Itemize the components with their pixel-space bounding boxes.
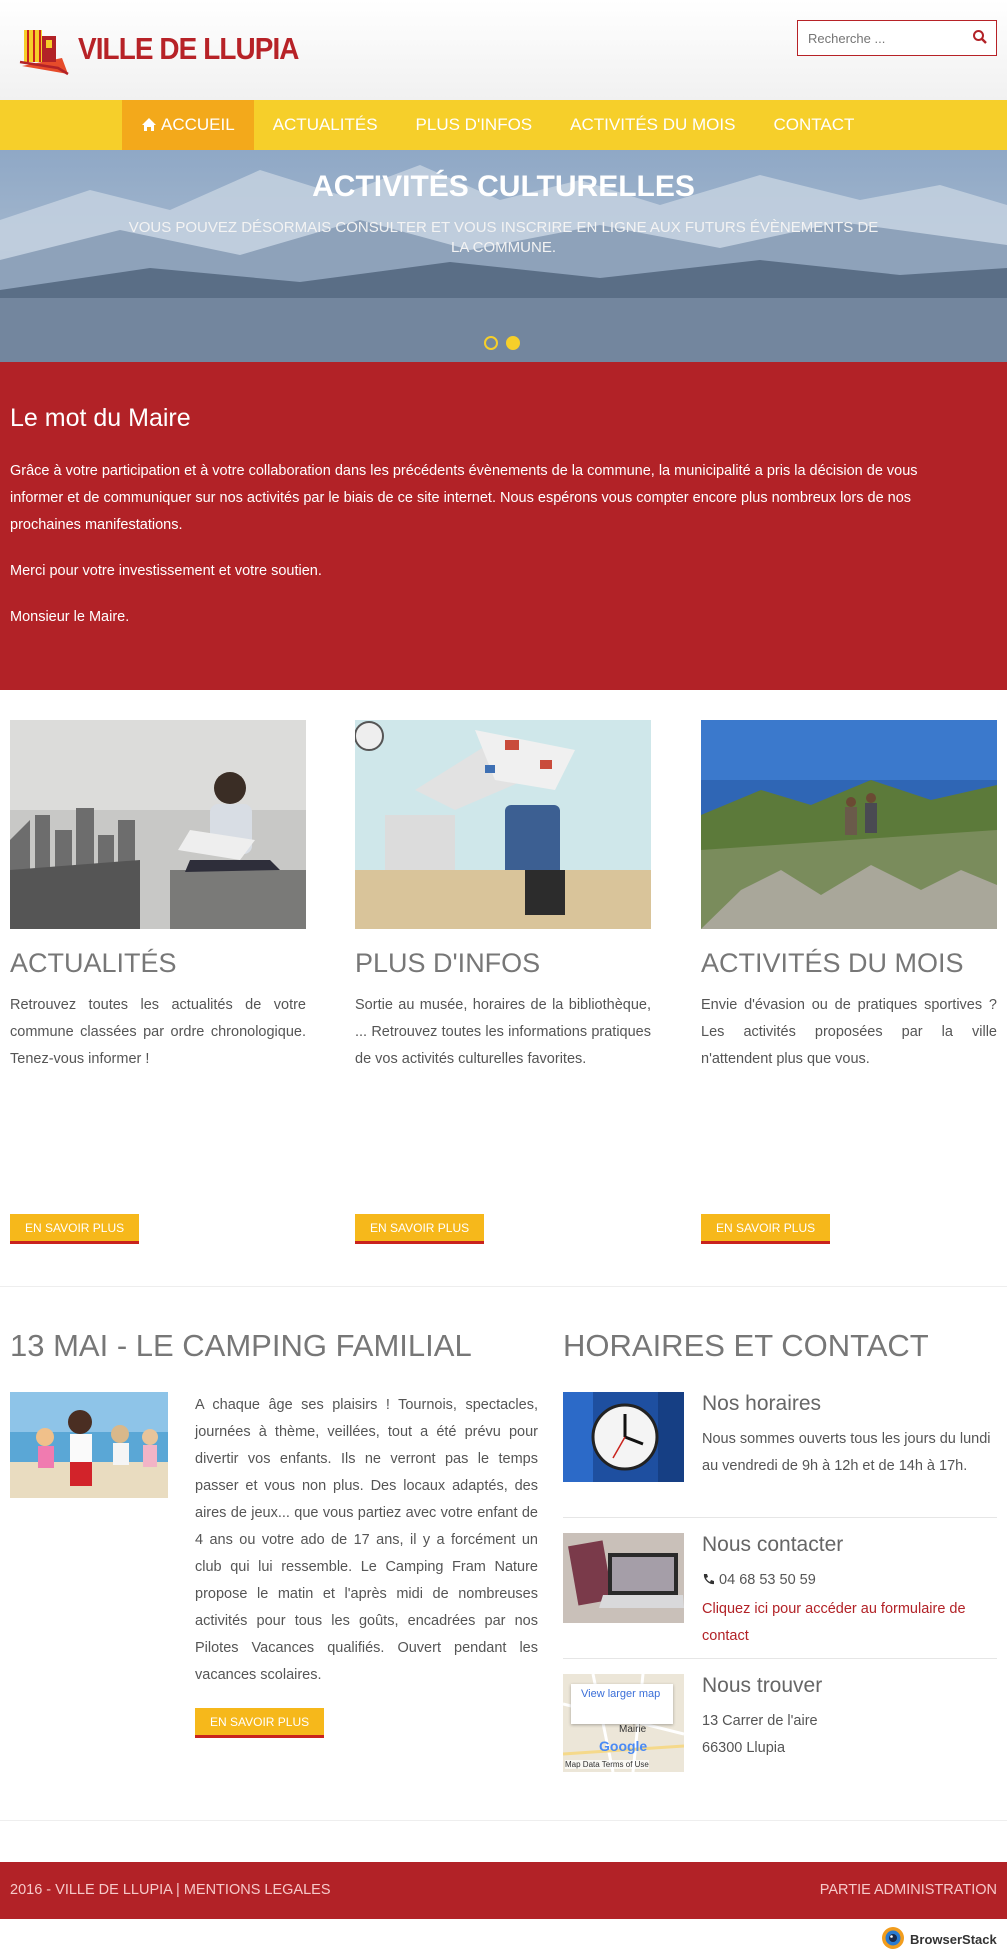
nav-item-plus-dinfos[interactable]: PLUS D'INFOS xyxy=(397,100,552,150)
divider xyxy=(563,1658,997,1659)
contact-title: HORAIRES ET CONTACT xyxy=(563,1328,929,1363)
contact-us-text: 04 68 53 50 59 Cliquez ici pour accéder … xyxy=(702,1567,997,1650)
map-place-label: Mairie xyxy=(619,1724,647,1735)
admin-link[interactable]: PARTIE ADMINISTRATION xyxy=(820,1882,997,1898)
hours-text: Nous sommes ouverts tous les jours du lu… xyxy=(702,1431,991,1474)
search-input[interactable] xyxy=(798,21,958,55)
google-logo: Google xyxy=(599,1738,648,1754)
mayor-paragraph-2: Merci pour votre investissement et votre… xyxy=(10,563,322,579)
mayor-paragraph-1: Grâce à votre participation et à votre c… xyxy=(10,463,918,533)
nav-item-activites-du-mois[interactable]: ACTIVITÉS DU MOIS xyxy=(551,100,754,150)
clock-image xyxy=(563,1392,684,1482)
nav-item-actualites[interactable]: ACTUALITÉS xyxy=(254,100,397,150)
en-savoir-plus-button-activites[interactable]: EN SAVOIR PLUS xyxy=(701,1214,831,1244)
find-us-title: Nous trouver xyxy=(702,1674,823,1697)
slider-dot-1[interactable] xyxy=(484,336,498,350)
slider-dot-2[interactable] xyxy=(506,336,520,350)
desk-image xyxy=(563,1533,684,1623)
map-embed[interactable]: View larger map Mairie Google Map Data T… xyxy=(563,1674,684,1772)
site-logo[interactable]: VILLE DE LLUPIA xyxy=(18,22,323,76)
feature-image-actualites xyxy=(10,720,306,929)
mayor-title: Le mot du Maire xyxy=(10,404,191,432)
hero-title: ACTIVITÉS CULTURELLES xyxy=(312,170,695,203)
en-savoir-plus-button-plus-dinfos[interactable]: EN SAVOIR PLUS xyxy=(355,1214,485,1244)
camping-text: A chaque âge ses plaisirs ! Tournois, sp… xyxy=(195,1397,538,1683)
map-terms[interactable]: Map Data Terms of Use xyxy=(565,1760,649,1769)
view-larger-map-link[interactable]: View larger map xyxy=(571,1684,673,1724)
site-footer: 2016 - VILLE DE LLUPIA | MENTIONS LEGALE… xyxy=(0,1862,1007,1919)
footer-copyright-link[interactable]: 2016 - VILLE DE LLUPIA | MENTIONS LEGALE… xyxy=(10,1882,331,1898)
feature-text: Sortie au musée, horaires de la biblioth… xyxy=(355,997,651,1067)
feature-activites-du-mois: ACTIVITÉS DU MOIS Envie d'évasion ou de … xyxy=(701,720,997,1067)
section-divider xyxy=(0,1820,1007,1821)
en-savoir-plus-button-camping[interactable]: EN SAVOIR PLUS xyxy=(195,1708,325,1738)
feature-text: Envie d'évasion ou de pratiques sportive… xyxy=(701,997,997,1067)
home-icon xyxy=(141,102,157,152)
feature-title: ACTUALITÉS xyxy=(10,948,177,978)
nav-item-label: ACCUEIL xyxy=(161,115,235,134)
address: 13 Carrer de l'aire 66300 Llupia xyxy=(702,1708,997,1762)
address-line-1: 13 Carrer de l'aire xyxy=(702,1713,818,1729)
hours-title: Nos horaires xyxy=(702,1392,822,1415)
main-nav: ACCUEIL ACTUALITÉS PLUS D'INFOS ACTIVITÉ… xyxy=(0,100,1007,150)
contact-form-link[interactable]: Cliquez ici pour accéder au formulaire d… xyxy=(702,1596,997,1650)
phone-line: 04 68 53 50 59 xyxy=(702,1567,997,1596)
hours-block: Nos horaires Nous sommes ouverts tous le… xyxy=(563,1392,997,1522)
camping-image xyxy=(10,1392,168,1498)
hero-slider: ACTIVITÉS CULTURELLES VOUS POUVEZ DÉSORM… xyxy=(0,150,1007,362)
divider xyxy=(563,1517,997,1518)
site-header: VILLE DE LLUPIA xyxy=(0,0,1007,100)
phone-number[interactable]: 04 68 53 50 59 xyxy=(719,1572,816,1588)
feature-image-activites-du-mois xyxy=(701,720,997,929)
search-icon[interactable] xyxy=(972,29,990,47)
hero-subtitle: VOUS POUVEZ DÉSORMAIS CONSULTER ET VOUS … xyxy=(128,219,879,256)
browserstack-badge: BrowserStack xyxy=(881,1924,997,1954)
logo-text: VILLE DE LLUPIA xyxy=(78,31,299,66)
search-box xyxy=(797,20,997,56)
section-divider xyxy=(0,1286,1007,1287)
browserstack-logo-icon xyxy=(881,1926,905,1953)
address-line-2: 66300 Llupia xyxy=(702,1740,786,1756)
en-savoir-plus-button-actualites[interactable]: EN SAVOIR PLUS xyxy=(10,1214,140,1244)
browserstack-label: BrowserStack xyxy=(910,1931,997,1947)
feature-actualites: ACTUALITÉS Retrouvez toutes les actualit… xyxy=(10,720,306,1067)
mayor-paragraph-3: Monsieur le Maire. xyxy=(10,609,130,625)
feature-image-plus-dinfos xyxy=(355,720,651,929)
feature-text: Retrouvez toutes les actualités de votre… xyxy=(10,997,306,1067)
feature-title: PLUS D'INFOS xyxy=(355,948,541,978)
phone-icon xyxy=(702,1569,715,1596)
camping-title: 13 MAI - LE CAMPING FAMILIAL xyxy=(10,1328,472,1363)
feature-plus-dinfos: PLUS D'INFOS Sortie au musée, horaires d… xyxy=(355,720,651,1067)
location-block: View larger map Mairie Google Map Data T… xyxy=(563,1674,997,1784)
logo-emblem-icon xyxy=(18,22,76,76)
mayor-section: Le mot du Maire Grâce à votre participat… xyxy=(0,362,1007,690)
nav-item-contact[interactable]: CONTACT xyxy=(754,100,873,150)
feature-title: ACTIVITÉS DU MOIS xyxy=(701,948,964,978)
slider-dots xyxy=(484,336,520,350)
nav-item-accueil[interactable]: ACCUEIL xyxy=(122,100,254,150)
contact-block: Nous contacter 04 68 53 50 59 Cliquez ic… xyxy=(563,1533,997,1653)
contact-us-title: Nous contacter xyxy=(702,1533,844,1556)
